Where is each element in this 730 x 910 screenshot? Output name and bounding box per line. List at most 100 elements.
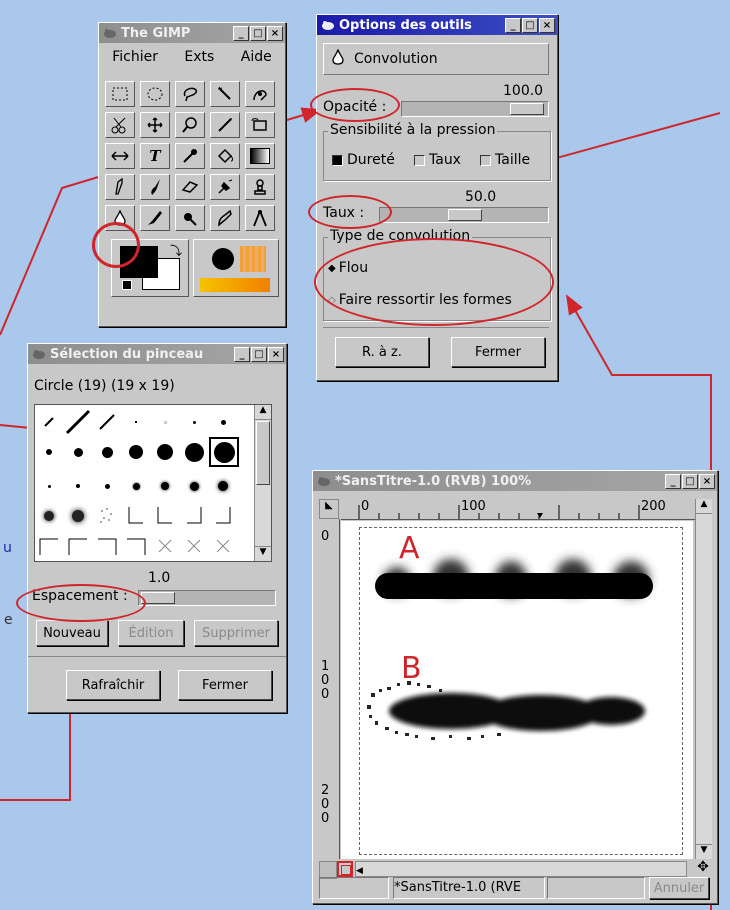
brush-item[interactable] <box>151 533 179 559</box>
brush-item-selected[interactable] <box>209 437 239 467</box>
ink-tool-icon[interactable] <box>140 205 170 231</box>
opacity-slider-thumb[interactable] <box>510 103 544 115</box>
close-icon[interactable]: × <box>268 346 284 362</box>
rate-slider-thumb[interactable] <box>448 209 482 221</box>
brush-item[interactable] <box>151 439 179 465</box>
scroll-thumb[interactable] <box>256 421 270 485</box>
scroll-up-icon[interactable]: ▲ <box>255 405 271 420</box>
canvas-vertical-scrollbar[interactable]: ▲ ▼ <box>695 499 712 859</box>
menu-arrow-icon[interactable]: ◣ <box>319 499 339 519</box>
brush-item[interactable] <box>180 473 208 499</box>
navigate-icon[interactable]: ✥ <box>695 859 711 875</box>
brush-item[interactable] <box>122 473 150 499</box>
pencil-tool-icon[interactable] <box>105 174 135 200</box>
color-picker-tool-icon[interactable] <box>175 143 205 169</box>
bezier-select-tool-icon[interactable] <box>245 81 275 107</box>
eraser-tool-icon[interactable] <box>175 174 205 200</box>
pressure-rate-check[interactable]: Taux <box>414 152 461 168</box>
brush-item[interactable] <box>64 439 92 465</box>
airbrush-tool-icon[interactable] <box>210 174 240 200</box>
edit-brush-button[interactable]: Édition <box>118 620 184 646</box>
crop-tool-icon[interactable] <box>210 112 240 138</box>
brush-item[interactable] <box>93 439 121 465</box>
close-icon[interactable]: × <box>699 473 715 489</box>
flip-tool-icon[interactable] <box>105 143 135 169</box>
brush-item[interactable] <box>209 533 237 559</box>
delete-brush-button[interactable]: Supprimer <box>194 620 278 646</box>
brush-item[interactable] <box>93 473 121 499</box>
brush-item[interactable] <box>151 503 179 529</box>
smudge-tool-icon[interactable] <box>210 205 240 231</box>
image-canvas[interactable]: A B <box>341 521 693 859</box>
brush-item[interactable] <box>64 473 92 499</box>
zoom-tool-icon[interactable] <box>175 112 205 138</box>
ellipse-select-tool-icon[interactable] <box>140 81 170 107</box>
rate-slider[interactable] <box>379 207 549 223</box>
pressure-size-check[interactable]: Taille <box>480 152 530 168</box>
brush-item[interactable] <box>35 473 63 499</box>
blend-tool-icon[interactable] <box>245 143 275 169</box>
opacity-slider[interactable] <box>401 101 549 117</box>
brush-item[interactable] <box>209 409 237 435</box>
bucket-fill-tool-icon[interactable] <box>210 143 240 169</box>
brush-item[interactable] <box>64 503 92 529</box>
pressure-hardness-check[interactable]: Dureté <box>332 152 395 168</box>
iscissors-tool-icon[interactable] <box>105 112 135 138</box>
new-brush-button[interactable]: Nouveau <box>36 620 108 646</box>
brush-item[interactable] <box>180 439 208 465</box>
brush-selection-title-bar[interactable]: Sélection du pinceau _ □ × <box>28 344 286 364</box>
brush-item[interactable] <box>35 439 63 465</box>
quickmask-on-icon[interactable] <box>337 861 353 877</box>
close-icon[interactable]: × <box>539 17 555 33</box>
maximize-icon[interactable]: □ <box>522 17 538 33</box>
brush-item[interactable] <box>209 503 237 529</box>
cancel-button[interactable]: Annuler <box>649 877 709 899</box>
minimize-icon[interactable]: _ <box>234 346 250 362</box>
brush-item[interactable] <box>35 503 63 529</box>
active-pattern-preview[interactable] <box>240 246 266 272</box>
spacing-slider[interactable] <box>138 590 276 606</box>
minimize-icon[interactable]: _ <box>505 17 521 33</box>
brush-item[interactable] <box>180 533 208 559</box>
menu-fichier[interactable]: Fichier <box>112 49 158 75</box>
default-colors-icon[interactable] <box>122 280 132 290</box>
active-gradient-preview[interactable] <box>200 278 270 292</box>
paintbrush-tool-icon[interactable] <box>140 174 170 200</box>
brush-item[interactable] <box>122 439 150 465</box>
scroll-down-icon[interactable]: ▼ <box>696 844 712 859</box>
reset-button[interactable]: R. à z. <box>335 337 429 367</box>
clone-tool-icon[interactable] <box>245 174 275 200</box>
measure-tool-icon[interactable] <box>245 205 275 231</box>
brush-item[interactable] <box>180 409 208 435</box>
close-options-button[interactable]: Fermer <box>451 337 545 367</box>
brush-item[interactable] <box>180 503 208 529</box>
spacing-slider-thumb[interactable] <box>141 592 175 604</box>
scroll-down-icon[interactable]: ▼ <box>255 546 271 561</box>
tool-options-title-bar[interactable]: Options des outils _ □ × <box>317 15 557 35</box>
dodge-burn-tool-icon[interactable] <box>175 205 205 231</box>
brush-item[interactable] <box>93 503 121 529</box>
brush-item[interactable] <box>151 409 179 435</box>
brush-grid-scrollbar[interactable]: ▲ ▼ <box>254 405 271 561</box>
move-tool-icon[interactable] <box>140 112 170 138</box>
brush-item[interactable] <box>151 473 179 499</box>
text-tool-icon[interactable]: T <box>140 143 170 169</box>
brush-item[interactable] <box>64 409 92 435</box>
brush-item[interactable] <box>122 409 150 435</box>
brush-item[interactable] <box>122 533 150 559</box>
close-brush-button[interactable]: Fermer <box>178 670 272 700</box>
brush-item[interactable] <box>209 473 237 499</box>
menu-aide[interactable]: Aide <box>241 49 272 75</box>
image-title-bar[interactable]: *SansTitre-1.0 (RVB) 100% _ □ × <box>313 471 717 491</box>
close-icon[interactable]: × <box>267 25 283 41</box>
checkbox-unchecked-icon[interactable] <box>414 154 425 166</box>
swap-colors-icon[interactable]: ⤵ <box>170 242 182 259</box>
checkbox-checked-icon[interactable] <box>332 154 343 166</box>
brush-item[interactable] <box>35 533 63 559</box>
refresh-button[interactable]: Rafraîchir <box>66 670 160 700</box>
maximize-icon[interactable]: □ <box>682 473 698 489</box>
brush-item[interactable] <box>64 533 92 559</box>
brush-item[interactable] <box>93 533 121 559</box>
rect-select-tool-icon[interactable] <box>105 81 135 107</box>
menu-exts[interactable]: Exts <box>184 49 214 75</box>
